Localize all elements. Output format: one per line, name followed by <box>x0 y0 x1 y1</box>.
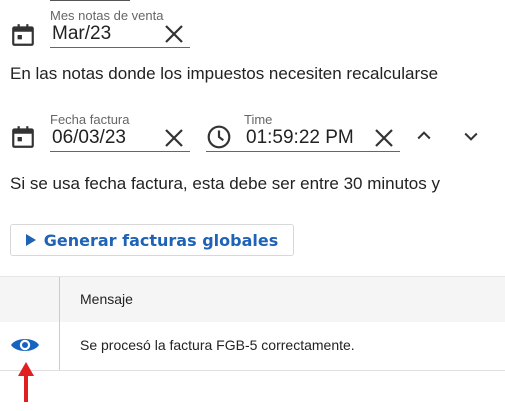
mes-notas-field[interactable]: Mes notas de venta Mar/23 <box>10 8 190 48</box>
mes-notas-label: Mes notas de venta <box>50 8 164 23</box>
time-label: Time <box>244 112 273 127</box>
annotation-arrow <box>18 362 34 402</box>
generar-facturas-button[interactable]: Generar facturas globales <box>10 224 294 256</box>
header-icon-col <box>0 277 60 322</box>
eye-icon[interactable] <box>10 334 40 356</box>
time-field[interactable]: Time 01:59:22 PM <box>206 112 406 152</box>
calendar-icon <box>12 24 34 46</box>
calendar-icon <box>12 126 34 148</box>
fecha-factura-label: Fecha factura <box>50 112 130 127</box>
fecha-factura-field[interactable]: Fecha factura 06/03/23 <box>10 112 190 152</box>
chevron-down-icon[interactable] <box>461 126 481 146</box>
table-row: Se procesó la factura FGB-5 correctament… <box>0 322 505 371</box>
chevron-up-icon[interactable] <box>414 126 434 146</box>
row-message: Se procesó la factura FGB-5 correctament… <box>80 337 355 353</box>
mes-notas-underline <box>50 47 190 48</box>
divider <box>50 0 130 1</box>
header-mensaje[interactable]: Mensaje <box>80 291 133 307</box>
clock-icon <box>207 125 231 149</box>
fecha-factura-underline <box>50 151 190 152</box>
close-icon[interactable] <box>372 126 396 150</box>
time-underline <box>206 151 400 152</box>
play-icon <box>25 234 36 246</box>
generar-facturas-label: Generar facturas globales <box>43 230 279 250</box>
time-value[interactable]: 01:59:22 PM <box>246 127 354 149</box>
recalculo-text: En las notas donde los impuestos necesit… <box>10 64 439 83</box>
close-icon[interactable] <box>162 22 186 46</box>
fecha-rango-text: Si se usa fecha factura, esta debe ser e… <box>10 174 440 193</box>
page: Mes notas de venta Mar/23 En las notas d… <box>0 0 505 411</box>
close-icon[interactable] <box>162 126 186 150</box>
mes-notas-value[interactable]: Mar/23 <box>52 23 111 45</box>
table-header: Mensaje <box>0 276 505 323</box>
fecha-factura-value[interactable]: 06/03/23 <box>52 127 126 149</box>
